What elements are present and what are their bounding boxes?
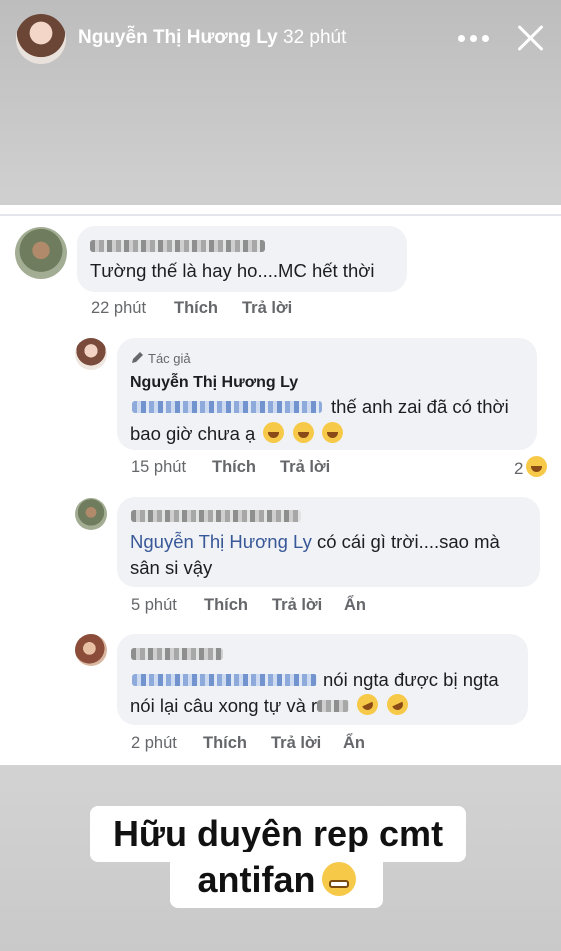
pencil-icon [132, 352, 143, 363]
comment-time: 5 phút [131, 596, 177, 614]
comment-bubble: Tác giả Nguyễn Thị Hương Ly thế anh zai … [117, 338, 537, 450]
redacted-name [131, 648, 223, 660]
author-avatar[interactable] [16, 14, 66, 64]
redacted-word [317, 700, 350, 712]
author-name[interactable]: Nguyễn Thị Hương Ly [78, 27, 278, 49]
grinning-emoji [526, 456, 548, 477]
comment-time: 22 phút [91, 299, 147, 317]
redacted-mention [132, 674, 317, 686]
comment-time: 2 phút [131, 734, 177, 752]
grinning-emoji [292, 422, 314, 443]
comment-time: 15 phút [131, 458, 187, 476]
like-button[interactable]: Thích [212, 458, 256, 477]
story-view: Nguyễn Thị Hương Ly 32 phút Tường thế là… [0, 0, 561, 951]
avatar [75, 498, 107, 530]
rofl-emoji [383, 690, 411, 719]
close-icon[interactable] [514, 22, 546, 54]
comment-text: nói ngta được bị ngta [323, 669, 499, 690]
reply-button[interactable]: Trả lời [271, 734, 321, 753]
comment-bubble: nói ngta được bị ngta nói lại câu xong t… [117, 634, 528, 725]
comments-screenshot: Tường thế là hay ho....MC hết thời 22 ph… [0, 205, 561, 765]
comment-text: thế anh zai đã có thời [331, 396, 509, 417]
author-badge: Tác giả [131, 351, 191, 366]
comment-text: Nguyễn Thị Hương Ly có cái gì trời....sa… [130, 531, 500, 552]
story-caption-line2: antifan [170, 852, 383, 908]
grimace-emoji [321, 862, 356, 896]
hide-button[interactable]: Ẩn [343, 734, 365, 753]
redacted-mention [132, 401, 322, 413]
redacted-name [131, 510, 301, 522]
avatar [75, 634, 107, 666]
more-icon[interactable] [456, 24, 492, 52]
comment-text: nói lại câu xong tự và r [130, 690, 411, 719]
post-time: 32 phút [283, 27, 347, 48]
reply-button[interactable]: Trả lời [280, 458, 330, 477]
divider [0, 214, 561, 216]
reply-button[interactable]: Trả lời [272, 596, 322, 615]
story-header: Nguyễn Thị Hương Ly 32 phút [0, 0, 561, 78]
reply-button[interactable]: Trả lời [242, 299, 292, 318]
like-button[interactable]: Thích [203, 734, 247, 753]
avatar [75, 338, 107, 370]
mention-link[interactable]: Nguyễn Thị Hương Ly [130, 531, 312, 552]
comment-text: Tường thế là hay ho....MC hết thời [90, 260, 375, 281]
rofl-emoji [353, 690, 382, 719]
avatar [15, 227, 67, 279]
comment-text: sân si vậy [130, 557, 213, 578]
grinning-emoji [263, 422, 285, 443]
hide-button[interactable]: Ẩn [344, 596, 366, 615]
comment-bubble: Nguyễn Thị Hương Ly có cái gì trời....sa… [117, 497, 540, 587]
like-button[interactable]: Thích [174, 299, 218, 318]
grinning-emoji [321, 422, 343, 443]
comment-author[interactable]: Nguyễn Thị Hương Ly [130, 374, 298, 392]
comment-bubble: Tường thế là hay ho....MC hết thời [77, 226, 407, 292]
like-button[interactable]: Thích [204, 596, 248, 615]
comment-text: bao giờ chưa ạ [130, 421, 343, 447]
redacted-name [90, 240, 265, 252]
reaction-count[interactable]: 2 [514, 456, 548, 479]
